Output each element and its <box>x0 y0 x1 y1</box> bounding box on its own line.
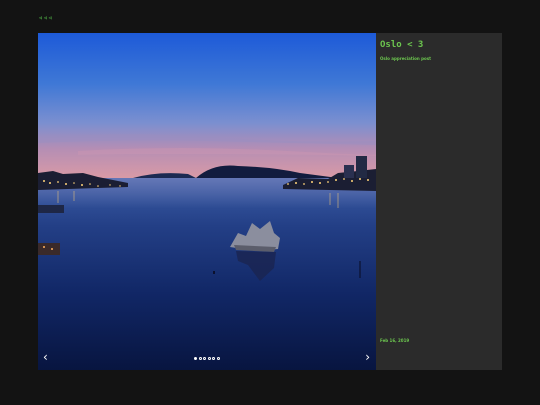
slide-dot[interactable] <box>216 357 220 360</box>
page: ◃◃◃ ‹ › Oslo < 3 Oslo appreciation post … <box>0 0 540 405</box>
back-link[interactable]: ◃◃◃ <box>38 12 52 24</box>
slide-dot[interactable] <box>203 357 207 360</box>
post-date: Feb 16, 2019 <box>380 338 410 343</box>
oslo-fjord-photo <box>38 33 376 370</box>
post-title: Oslo < 3 <box>380 40 424 50</box>
post-sidebar: Oslo < 3 Oslo appreciation post Feb 16, … <box>376 33 502 370</box>
slide-dot[interactable] <box>198 357 202 360</box>
slide-dot[interactable] <box>207 357 211 360</box>
post-caption: Oslo appreciation post <box>380 56 432 61</box>
post-viewer: ‹ › Oslo < 3 Oslo appreciation post Feb … <box>38 33 502 370</box>
slide-indicator <box>38 357 376 360</box>
photo-slide[interactable]: ‹ › <box>38 33 376 370</box>
slide-dot[interactable] <box>212 357 216 360</box>
slide-dot[interactable] <box>194 357 198 360</box>
